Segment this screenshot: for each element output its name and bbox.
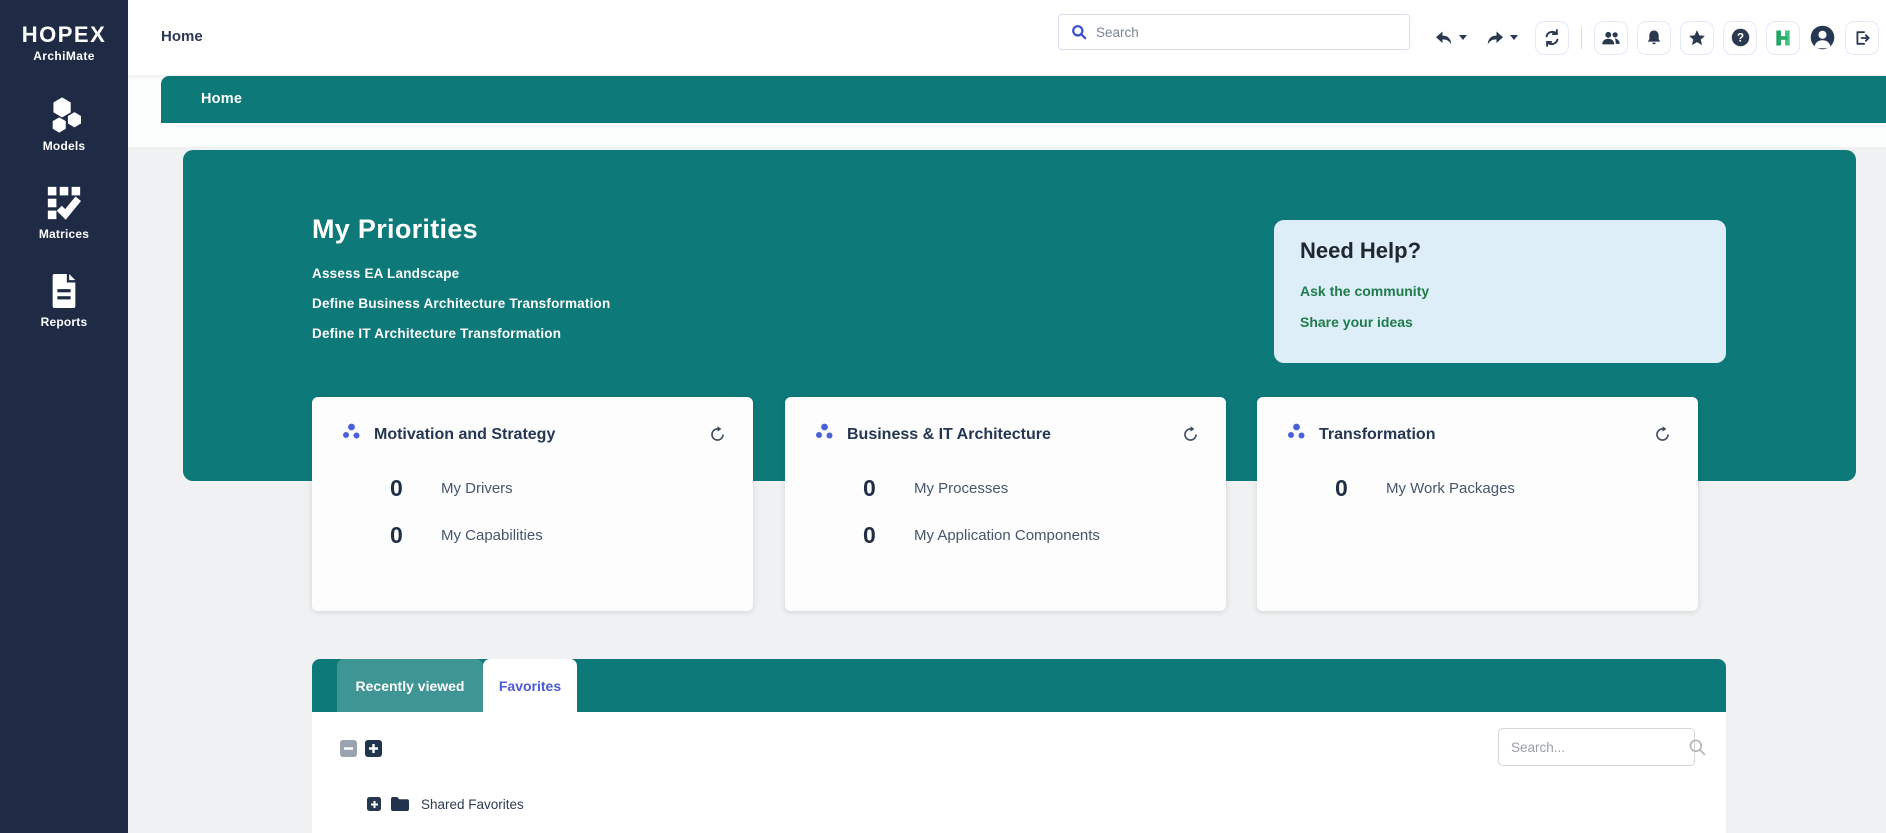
page-banner: Home [161, 76, 1886, 123]
priority-link-it-architecture[interactable]: Define IT Architecture Transformation [312, 326, 610, 341]
cluster-icon [342, 423, 361, 446]
tab-favorites[interactable]: Favorites [483, 659, 577, 713]
tree-search-input[interactable] [1511, 740, 1688, 755]
help-button[interactable]: ? [1723, 21, 1757, 55]
metric-label[interactable]: My Capabilities [441, 527, 543, 544]
refresh-icon[interactable] [1653, 425, 1672, 444]
need-help-card: Need Help? Ask the community Share your … [1274, 220, 1726, 363]
expand-all-icon[interactable] [365, 740, 382, 757]
reports-icon [0, 272, 128, 310]
tree-node-shared-favorites[interactable]: Shared Favorites [367, 796, 524, 812]
priority-links: Assess EA Landscape Define Business Arch… [312, 266, 610, 356]
expand-node-icon[interactable] [367, 797, 381, 811]
collapse-all-icon[interactable] [340, 740, 357, 757]
metric-count: 0 [390, 522, 418, 549]
refresh-icon[interactable] [1181, 425, 1200, 444]
metric-label[interactable]: My Processes [914, 480, 1008, 497]
tree-node-label[interactable]: Shared Favorites [421, 797, 524, 812]
metric-row: 0 My Work Packages [1335, 473, 1515, 503]
card-title: Business & IT Architecture [847, 426, 1168, 444]
logout-button[interactable] [1845, 21, 1879, 55]
metric-count: 0 [863, 522, 891, 549]
toolbar-separator [1581, 27, 1582, 49]
undo-dropdown-caret[interactable] [1459, 35, 1467, 40]
priority-link-assess-ea[interactable]: Assess EA Landscape [312, 266, 610, 281]
account-button[interactable] [1809, 24, 1836, 51]
brand-name: HOPEX [0, 22, 128, 48]
sync-button[interactable] [1535, 21, 1569, 55]
sidebar-item-matrices[interactable]: Matrices [0, 184, 128, 241]
svg-text:?: ? [1736, 31, 1743, 45]
notifications-button[interactable] [1637, 21, 1671, 55]
metric-label[interactable]: My Work Packages [1386, 480, 1515, 497]
need-help-title: Need Help? [1300, 238, 1700, 264]
card-title: Motivation and Strategy [374, 426, 695, 444]
card-transformation: Transformation 0 My Work Packages [1257, 397, 1698, 611]
folder-icon [390, 796, 410, 812]
hopex-store-button[interactable] [1766, 21, 1800, 55]
users-button[interactable] [1594, 21, 1628, 55]
top-bar: Home [128, 0, 1886, 75]
card-header: Motivation and Strategy [342, 423, 727, 446]
refresh-icon[interactable] [708, 425, 727, 444]
card-header: Transformation [1287, 423, 1672, 446]
card-business-it-architecture: Business & IT Architecture 0 My Processe… [785, 397, 1226, 611]
matrices-icon [0, 184, 128, 222]
card-header: Business & IT Architecture [815, 423, 1200, 446]
tree-search-icon[interactable] [1688, 738, 1706, 756]
favorites-panel: Shared Favorites [312, 712, 1726, 833]
models-icon [0, 96, 128, 134]
undo-button[interactable] [1433, 28, 1467, 48]
metric-label[interactable]: My Application Components [914, 527, 1100, 544]
sidebar-item-label: Models [0, 139, 128, 153]
metric-count: 0 [1335, 475, 1363, 502]
card-title: Transformation [1319, 426, 1640, 444]
tree-search[interactable] [1498, 728, 1695, 766]
global-search[interactable] [1058, 14, 1410, 50]
sidebar: HOPEX ArchiMate Models Matrices [0, 0, 128, 833]
share-ideas-link[interactable]: Share your ideas [1300, 314, 1700, 330]
hero-title: My Priorities [312, 214, 478, 245]
priority-link-business-architecture[interactable]: Define Business Architecture Transformat… [312, 296, 610, 311]
search-input[interactable] [1096, 25, 1397, 40]
metric-row: 0 My Drivers [390, 473, 513, 503]
cluster-icon [815, 423, 834, 446]
card-motivation-strategy: Motivation and Strategy 0 My Drivers 0 M… [312, 397, 753, 611]
sidebar-item-label: Matrices [0, 227, 128, 241]
metric-row: 0 My Processes [863, 473, 1008, 503]
toolbar: ? [1433, 0, 1879, 75]
redo-button[interactable] [1484, 28, 1518, 48]
favorites-tabbar: Recently viewed Favorites [312, 659, 1726, 712]
metric-count: 0 [863, 475, 891, 502]
breadcrumb[interactable]: Home [161, 28, 203, 45]
favorites-button[interactable] [1680, 21, 1714, 55]
app-logo: HOPEX ArchiMate [0, 0, 128, 63]
metric-row: 0 My Capabilities [390, 520, 543, 550]
sidebar-item-label: Reports [0, 315, 128, 329]
sidebar-item-models[interactable]: Models [0, 96, 128, 153]
product-name: ArchiMate [0, 49, 128, 63]
cluster-icon [1287, 423, 1306, 446]
metric-count: 0 [390, 475, 418, 502]
metric-row: 0 My Application Components [863, 520, 1100, 550]
sidebar-item-reports[interactable]: Reports [0, 272, 128, 329]
redo-dropdown-caret[interactable] [1510, 35, 1518, 40]
page-banner-title: Home [161, 76, 1886, 123]
tree-controls [340, 740, 382, 757]
metric-label[interactable]: My Drivers [441, 480, 513, 497]
search-icon [1071, 24, 1087, 40]
ask-community-link[interactable]: Ask the community [1300, 283, 1700, 299]
tab-recently-viewed[interactable]: Recently viewed [337, 659, 483, 712]
